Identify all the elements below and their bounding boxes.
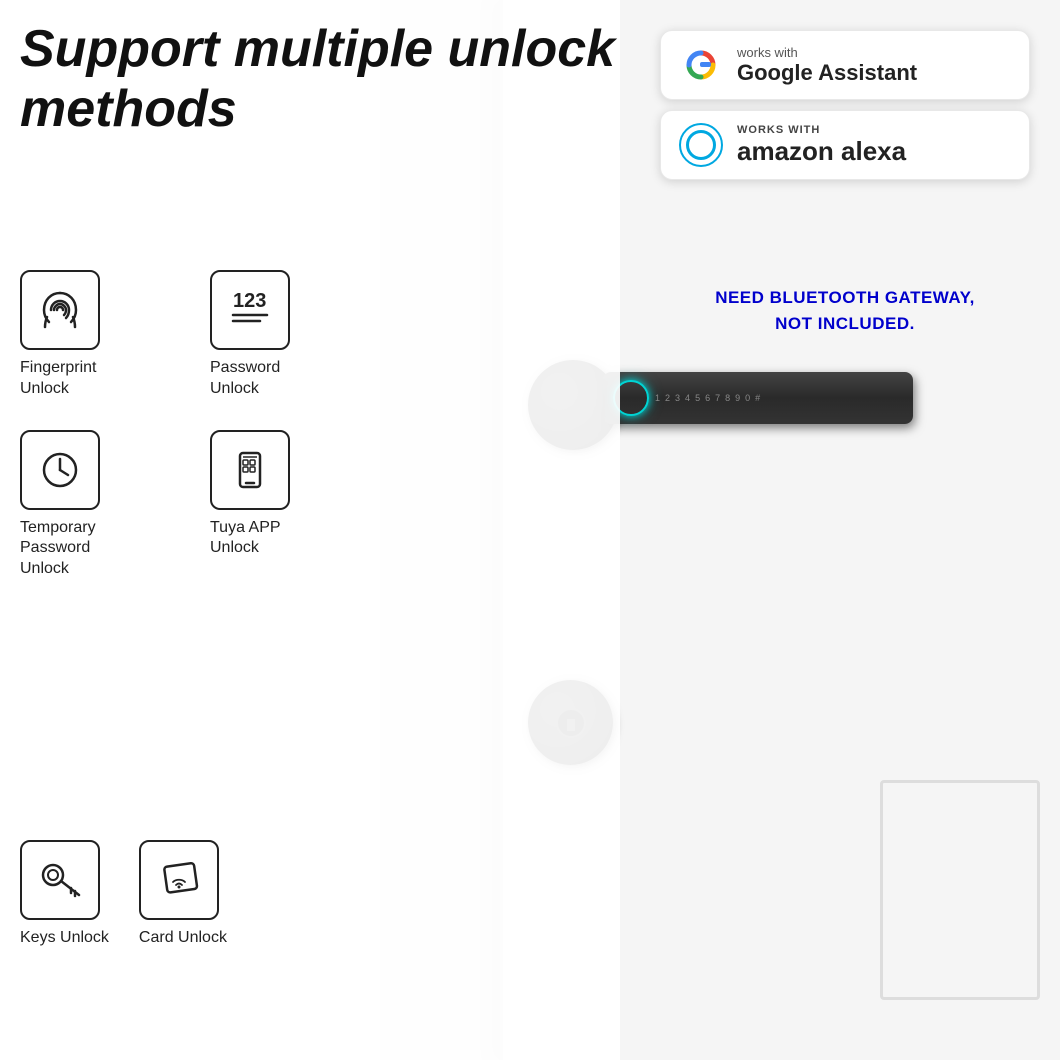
password-icon: 123	[225, 285, 275, 335]
fingerprint-icon-box	[20, 270, 100, 350]
key-3: 3	[675, 393, 680, 403]
key-8: 8	[725, 393, 730, 403]
unlock-methods-grid: FingerprintUnlock 123 PasswordUnlock Tem…	[20, 270, 390, 580]
bluetooth-notice-line2: NOT INCLUDED.	[660, 311, 1030, 337]
tuya-label: Tuya APPUnlock	[210, 518, 281, 560]
google-icon	[679, 43, 723, 87]
fingerprint-icon	[35, 285, 85, 335]
key-2: 2	[665, 393, 670, 403]
phone-icon-box	[210, 430, 290, 510]
page-title: Support multiple unlock methods	[20, 20, 620, 140]
alexa-works-with: WORKS WITH	[737, 124, 906, 136]
key-hash: #	[755, 393, 760, 403]
svg-text:123: 123	[233, 290, 266, 312]
key-9: 9	[735, 393, 740, 403]
fingerprint-label: FingerprintUnlock	[20, 358, 96, 400]
unlock-item-fingerprint: FingerprintUnlock	[20, 270, 190, 400]
card-icon	[154, 855, 204, 905]
clock-icon-box	[20, 430, 100, 510]
bluetooth-notice: NEED BLUETOOTH GATEWAY, NOT INCLUDED.	[660, 285, 1030, 336]
alexa-name: amazon alexa	[737, 136, 906, 167]
key-1: 1	[655, 393, 660, 403]
key-0: 0	[745, 393, 750, 403]
main-heading: Support multiple unlock methods	[20, 20, 620, 140]
lock-handle-bar: 1 2 3 4 5 6 7 8 9 0 #	[603, 372, 913, 424]
password-icon-box: 123	[210, 270, 290, 350]
google-badge-text: works with Google Assistant	[737, 45, 917, 86]
card-label: Card Unlock	[139, 928, 227, 949]
unlock-item-tuya: Tuya APPUnlock	[210, 430, 380, 580]
key-icon	[35, 855, 85, 905]
password-label: PasswordUnlock	[210, 358, 280, 400]
alexa-badge-text: WORKS WITH amazon alexa	[737, 124, 906, 167]
bluetooth-notice-line1: NEED BLUETOOTH GATEWAY,	[660, 285, 1030, 311]
unlock-item-password: 123 PasswordUnlock	[210, 270, 380, 400]
key-4: 4	[685, 393, 690, 403]
badges-area: works with Google Assistant WORKS WITH a…	[660, 30, 1030, 180]
key-5: 5	[695, 393, 700, 403]
alexa-icon	[679, 123, 723, 167]
keys-label: Keys Unlock	[20, 928, 109, 949]
clock-icon	[35, 445, 85, 495]
google-name: Google Assistant	[737, 60, 917, 86]
unlock-row-bottom: Keys Unlock Card Unlock	[20, 840, 227, 949]
key-6: 6	[705, 393, 710, 403]
google-prefix: works with	[737, 45, 917, 60]
alexa-badge: WORKS WITH amazon alexa	[660, 110, 1030, 180]
temporary-label: TemporaryPasswordUnlock	[20, 518, 96, 580]
google-assistant-badge: works with Google Assistant	[660, 30, 1030, 100]
unlock-item-card: Card Unlock	[139, 840, 227, 949]
unlock-item-keys: Keys Unlock	[20, 840, 109, 949]
unlock-item-temporary: TemporaryPasswordUnlock	[20, 430, 190, 580]
key-7: 7	[715, 393, 720, 403]
phone-icon	[225, 445, 275, 495]
card-icon-box	[139, 840, 219, 920]
key-icon-box	[20, 840, 100, 920]
